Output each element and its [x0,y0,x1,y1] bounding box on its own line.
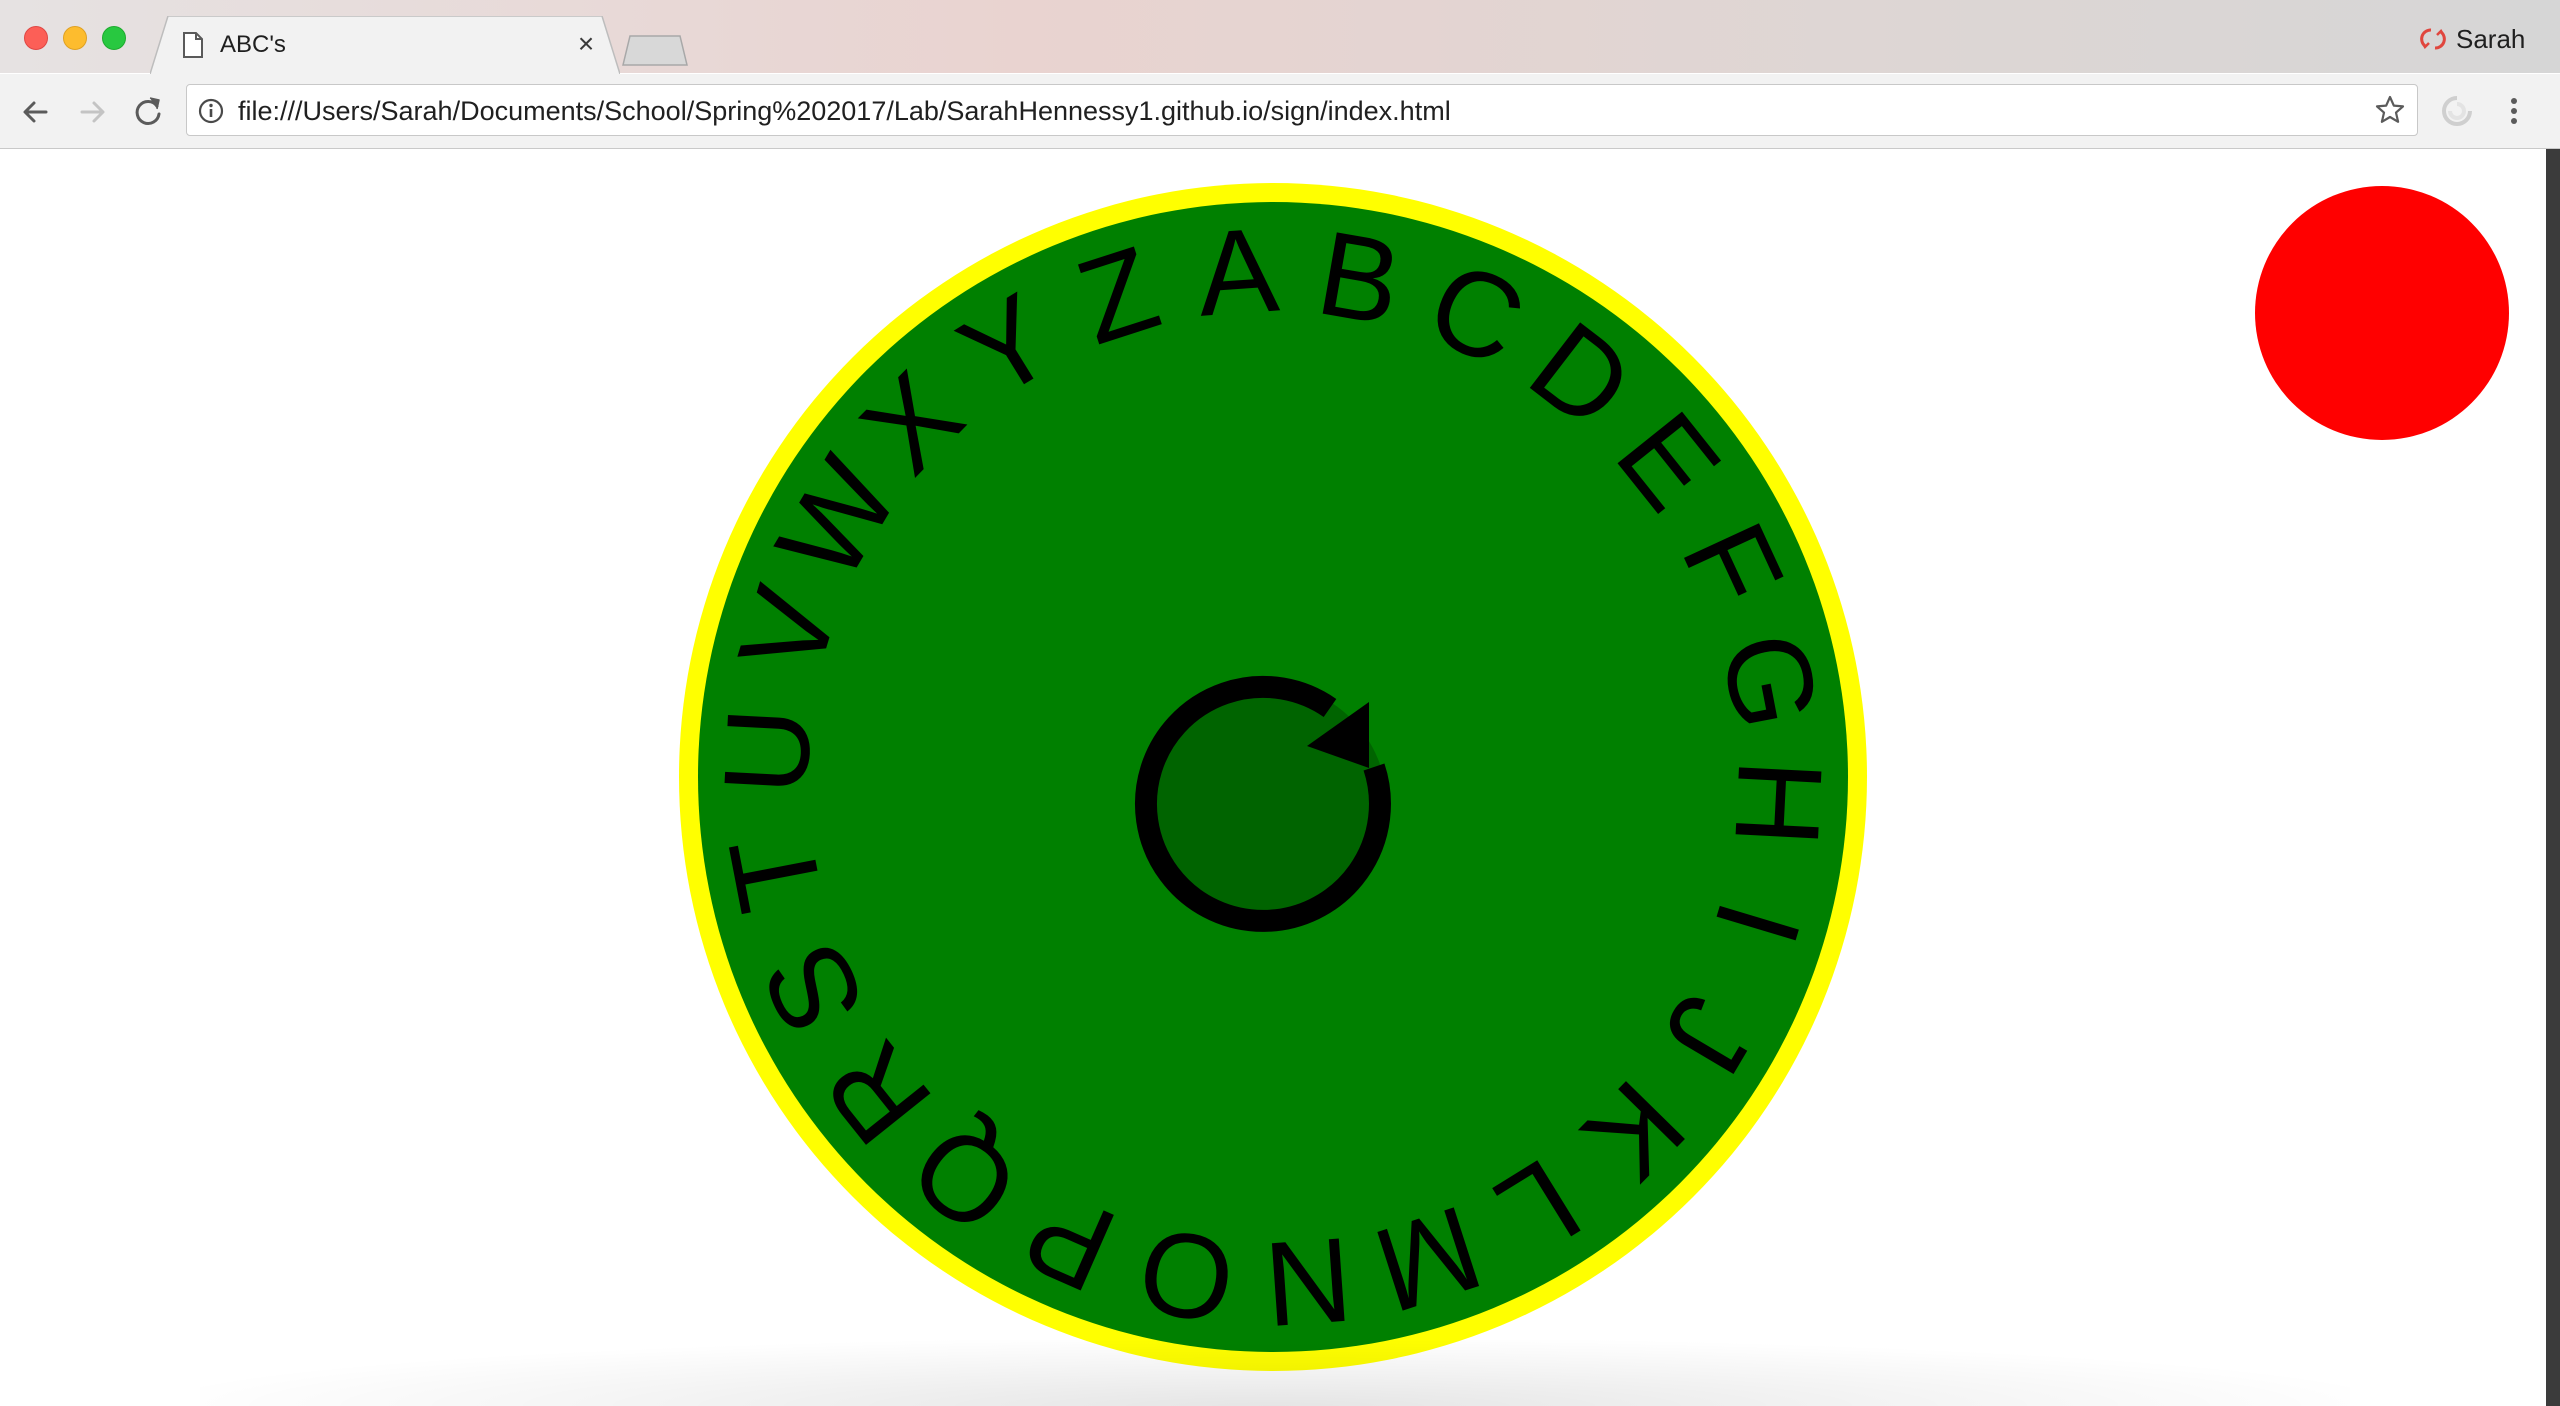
reload-icon[interactable] [128,92,168,132]
dial-letter-n: N [1260,1212,1356,1352]
url-text[interactable]: file:///Users/Sarah/Documents/School/Spr… [238,94,1451,128]
rotate-button[interactable] [1135,675,1391,932]
bottom-shadow [200,1340,2350,1406]
sync-error-icon [2420,28,2446,50]
browser-window: ABC's × Sarah file:///Users/Sarah/Docume… [0,0,2560,1406]
new-tab-button[interactable] [620,34,690,66]
arrow-left-icon[interactable] [16,92,56,132]
tab-close-icon[interactable]: × [572,30,600,58]
page-content: ABCDEFGHIJKLMNOPQRSTUVWXYZ [0,149,2546,1406]
dial-letter-a: A [1193,203,1282,342]
window-maximize-button[interactable] [102,26,126,50]
window-minimize-button[interactable] [63,26,87,50]
bookmark-star-icon[interactable] [2374,94,2406,126]
window-close-button[interactable] [24,26,48,50]
dial-letter-h: H [1709,756,1847,849]
tab-title: ABC's [220,31,286,58]
arrow-right-icon[interactable] [72,92,112,132]
profile-button[interactable]: Sarah [2456,24,2525,54]
alphabet-dial[interactable]: A B CDEFGHIJKLMNOPQRSTUVWXYZ [0,149,2546,1406]
site-info-icon[interactable] [197,97,225,125]
dial-letter-u: U [699,705,837,798]
extension-icon[interactable] [2440,94,2474,128]
document-icon [183,32,203,58]
red-indicator-dot[interactable] [2255,186,2509,440]
more-menu-icon[interactable] [2502,94,2526,128]
right-edge-shade [2546,149,2560,1406]
